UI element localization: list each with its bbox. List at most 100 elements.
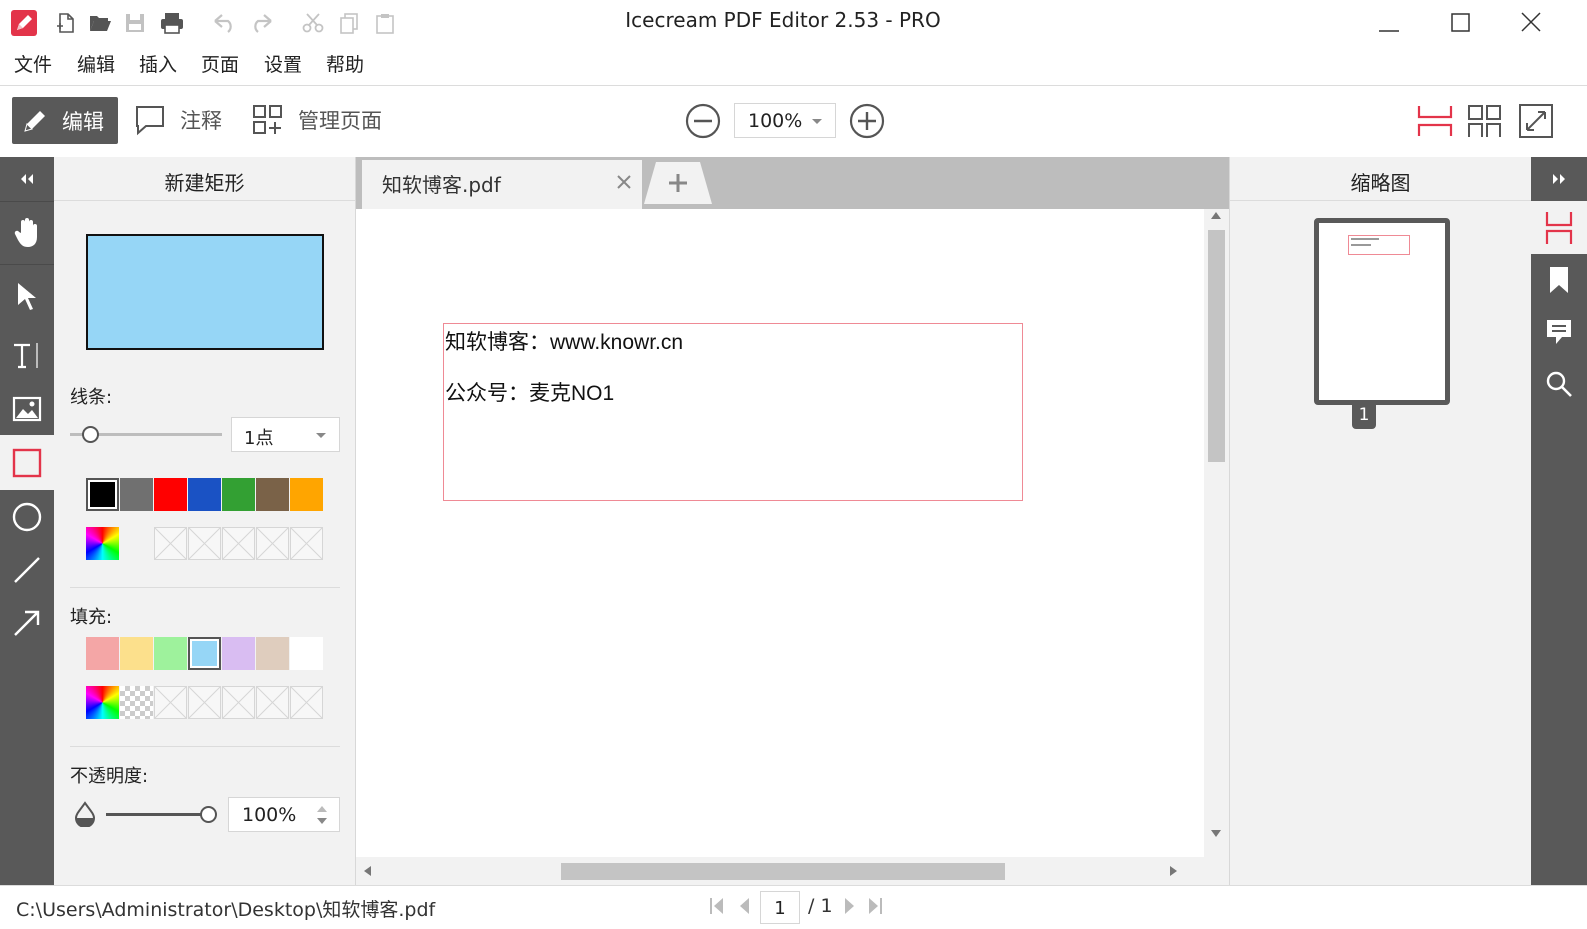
comment-list-icon	[1547, 320, 1571, 344]
text-tool[interactable]	[0, 327, 54, 382]
collapse-left-button[interactable]	[0, 157, 54, 201]
fullscreen-icon[interactable]	[1518, 103, 1554, 139]
edit-mode-button[interactable]: 编辑	[12, 97, 118, 144]
zoom-in-button[interactable]	[849, 103, 885, 139]
horizontal-scroll-thumb[interactable]	[561, 863, 1005, 880]
fill-color-swatch[interactable]	[222, 637, 255, 670]
opacity-spinbox[interactable]: 100%	[228, 797, 340, 832]
spin-up-icon[interactable]	[317, 806, 327, 812]
minimize-button[interactable]	[1378, 12, 1400, 34]
empty-color-slot[interactable]	[290, 686, 323, 719]
stroke-slider-handle[interactable]	[82, 426, 99, 443]
comments-tab[interactable]	[1531, 306, 1587, 358]
stroke-width-select[interactable]: 1点	[231, 417, 340, 452]
empty-color-slot[interactable]	[256, 527, 289, 560]
fill-transparent-button[interactable]	[120, 686, 153, 719]
stroke-color-swatch[interactable]	[86, 478, 119, 511]
properties-panel: 新建矩形 线条: 1点 填充: 不透明度: 100%	[54, 157, 356, 885]
image-tool[interactable]	[0, 382, 54, 435]
menu-edit[interactable]: 编辑	[77, 50, 115, 77]
page-thumbnail[interactable]	[1314, 218, 1450, 405]
empty-color-slot[interactable]	[290, 527, 323, 560]
stroke-color-swatch[interactable]	[188, 478, 221, 511]
empty-color-slot[interactable]	[188, 686, 221, 719]
first-page-icon[interactable]	[710, 898, 724, 914]
fill-custom-color-button[interactable]	[86, 686, 119, 719]
main-toolbar: 编辑 注释 管理页面 100%	[0, 87, 1587, 157]
search-tab[interactable]	[1531, 358, 1587, 410]
vertical-scrollbar[interactable]	[1204, 209, 1229, 857]
new-tab-button[interactable]	[644, 162, 712, 204]
fill-color-swatch[interactable]	[120, 637, 153, 670]
scroll-up-icon[interactable]	[1211, 212, 1221, 219]
menu-file[interactable]: 文件	[14, 50, 52, 77]
hand-tool[interactable]	[0, 201, 54, 264]
scroll-left-icon[interactable]	[364, 866, 371, 876]
zoom-out-button[interactable]	[685, 103, 721, 139]
line-tool[interactable]	[0, 543, 54, 596]
chevron-down-icon	[315, 432, 327, 440]
menu-bar: 文件 编辑 插入 页面 设置 帮助	[0, 44, 1587, 86]
select-tool[interactable]	[0, 264, 54, 327]
opacity-drop-icon	[74, 801, 96, 827]
opacity-slider-handle[interactable]	[200, 806, 217, 823]
ellipse-tool[interactable]	[0, 490, 54, 543]
next-page-icon[interactable]	[844, 898, 856, 914]
panel-title: 新建矩形	[54, 157, 355, 201]
title-bar: Icecream PDF Editor 2.53 - PRO	[0, 0, 1587, 44]
bookmarks-tab[interactable]	[1531, 254, 1587, 306]
stroke-color-swatch[interactable]	[154, 478, 187, 511]
opacity-slider[interactable]	[106, 813, 210, 816]
zoom-select[interactable]: 100%	[734, 103, 836, 138]
fill-color-swatch[interactable]	[290, 637, 323, 670]
fill-color-swatch[interactable]	[154, 637, 187, 670]
empty-color-slot[interactable]	[222, 686, 255, 719]
empty-color-slot[interactable]	[154, 527, 187, 560]
text-box[interactable]: 知软博客：www.knowr.cn 公众号：麦克NO1	[443, 323, 1023, 501]
rectangle-tool[interactable]	[0, 435, 54, 490]
thumbnails-tab[interactable]	[1531, 201, 1587, 254]
manage-pages-button[interactable]: 管理页面	[252, 102, 397, 142]
vertical-scroll-thumb[interactable]	[1208, 230, 1225, 462]
page-number-input[interactable]: 1	[760, 891, 800, 924]
tab-close-icon[interactable]	[617, 175, 631, 189]
rectangle-icon	[12, 448, 42, 477]
menu-help[interactable]: 帮助	[326, 50, 364, 77]
doc-text-line-2[interactable]: 公众号：麦克NO1	[445, 377, 614, 407]
fill-color-swatch[interactable]	[256, 637, 289, 670]
last-page-icon[interactable]	[868, 898, 882, 914]
menu-settings[interactable]: 设置	[264, 50, 302, 77]
horizontal-scrollbar[interactable]	[356, 857, 1229, 885]
menu-insert[interactable]: 插入	[139, 50, 177, 77]
fill-color-swatch[interactable]	[188, 637, 221, 670]
rectangle-preview	[86, 234, 324, 350]
document-tab[interactable]: 知软博客.pdf	[362, 160, 642, 209]
menu-page[interactable]: 页面	[201, 50, 239, 77]
maximize-button[interactable]	[1450, 12, 1472, 34]
stroke-color-swatch[interactable]	[256, 478, 289, 511]
stroke-custom-color-button[interactable]	[86, 527, 119, 560]
stroke-color-swatch[interactable]	[222, 478, 255, 511]
empty-color-slot[interactable]	[154, 686, 187, 719]
right-sidebar	[1531, 157, 1587, 885]
arrow-tool[interactable]	[0, 596, 54, 649]
annotate-mode-button[interactable]: 注释	[134, 102, 234, 142]
collapse-right-button[interactable]	[1531, 157, 1587, 201]
single-page-view-icon[interactable]	[1417, 103, 1453, 139]
text-icon	[14, 342, 38, 368]
scroll-right-icon[interactable]	[1170, 866, 1177, 876]
prev-page-icon[interactable]	[738, 898, 750, 914]
stroke-color-swatch[interactable]	[290, 478, 323, 511]
scroll-down-icon[interactable]	[1211, 830, 1221, 837]
close-button[interactable]	[1520, 11, 1542, 33]
manage-pages-label: 管理页面	[298, 109, 382, 133]
empty-color-slot[interactable]	[256, 686, 289, 719]
spin-down-icon[interactable]	[317, 818, 327, 824]
doc-text-line-1[interactable]: 知软博客：www.knowr.cn	[445, 326, 683, 356]
empty-color-slot[interactable]	[188, 527, 221, 560]
empty-color-slot[interactable]	[222, 527, 255, 560]
stroke-color-swatch[interactable]	[120, 478, 153, 511]
two-page-view-icon[interactable]	[1467, 103, 1503, 139]
fill-color-swatch[interactable]	[86, 637, 119, 670]
document-canvas[interactable]: 知软博客：www.knowr.cn 公众号：麦克NO1	[356, 209, 1204, 857]
